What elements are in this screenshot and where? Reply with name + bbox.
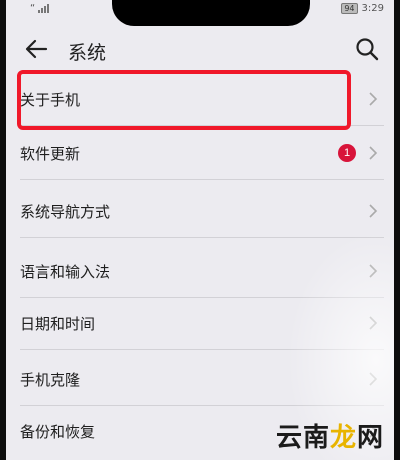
page-title: 系统: [68, 42, 107, 64]
camera-notch: [112, 0, 310, 26]
settings-item-label: 软件更新: [20, 145, 81, 163]
status-left: “: [30, 3, 50, 14]
chevron-right-icon: [369, 146, 378, 160]
chevron-right-icon: [369, 372, 378, 386]
settings-item-date-time[interactable]: 日期和时间: [6, 298, 394, 350]
divider: [20, 237, 384, 238]
chevron-right-icon: [369, 316, 378, 330]
page-header: 系统: [6, 30, 394, 70]
highlight-box: [17, 70, 351, 130]
status-right: 94 3:29: [341, 3, 384, 14]
watermark-part2: 龙: [329, 423, 357, 453]
settings-screen: “ 94 3:29 系统 关于手机 软件更新 1 系统导航方式 语言和输入法 日…: [6, 0, 394, 460]
chevron-right-icon: [369, 264, 378, 278]
watermark-part1: 云南: [275, 423, 330, 453]
chevron-right-icon: [369, 204, 378, 218]
settings-item-label: 手机克隆: [20, 371, 81, 389]
settings-item-label: 系统导航方式: [20, 203, 111, 221]
settings-item-phone-clone[interactable]: 手机克隆: [6, 354, 394, 406]
watermark-part3: 网: [356, 423, 384, 453]
signal-icon: [38, 4, 50, 13]
status-time: 3:29: [361, 3, 384, 14]
site-watermark: 云南龙网: [276, 417, 384, 454]
divider: [20, 349, 384, 350]
chevron-right-icon: [369, 92, 378, 106]
battery-icon: 94: [341, 3, 358, 14]
divider: [20, 179, 384, 180]
back-arrow-icon[interactable]: [24, 36, 50, 62]
settings-item-label: 语言和输入法: [20, 263, 111, 281]
settings-item-software-update[interactable]: 软件更新 1: [6, 128, 394, 180]
settings-item-language-input[interactable]: 语言和输入法: [6, 246, 394, 298]
update-count-badge: 1: [338, 144, 356, 162]
settings-item-navigation[interactable]: 系统导航方式: [6, 186, 394, 238]
settings-item-label: 日期和时间: [20, 315, 96, 333]
notification-glyph: “: [30, 3, 36, 14]
settings-item-label: 备份和恢复: [20, 423, 96, 441]
search-icon[interactable]: [354, 36, 380, 62]
